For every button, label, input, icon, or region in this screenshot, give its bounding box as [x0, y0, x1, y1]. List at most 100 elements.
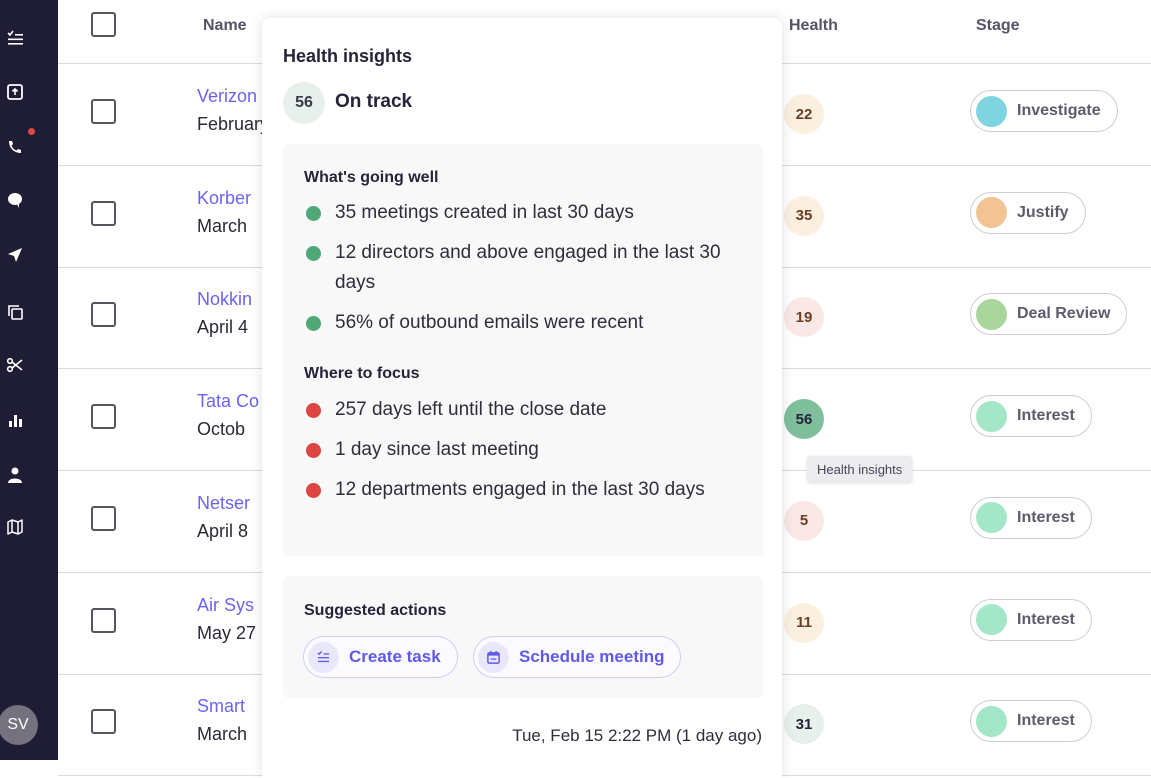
insight-item: 56% of outbound emails were recent	[304, 310, 744, 338]
popover-title: Health insights	[283, 46, 413, 66]
column-header-name[interactable]: Name	[203, 17, 247, 35]
stage-color-dot	[976, 298, 1007, 330]
task-list-icon	[308, 641, 339, 673]
status-dot-icon	[306, 246, 321, 261]
health-score-badge[interactable]: 22	[784, 94, 824, 134]
stage-pill[interactable]: Interest	[970, 496, 1092, 539]
send-icon[interactable]	[0, 240, 30, 270]
stage-color-dot	[976, 197, 1007, 229]
status-dot-icon	[306, 403, 321, 418]
stage-pill[interactable]: Justify	[970, 191, 1086, 234]
row-checkbox[interactable]	[91, 302, 116, 328]
inbox-upload-icon[interactable]	[0, 77, 30, 107]
stage-color-dot	[976, 502, 1007, 534]
person-icon[interactable]	[0, 460, 30, 490]
health-score-badge[interactable]: 5	[784, 500, 824, 541]
insight-text: 56% of outbound emails were recent	[335, 312, 644, 333]
bar-chart-icon[interactable]	[0, 405, 30, 435]
row-checkbox[interactable]	[91, 709, 116, 735]
avatar[interactable]: SV	[0, 705, 38, 745]
stage-pill[interactable]: Interest	[970, 700, 1092, 743]
insight-item: 257 days left until the close date	[304, 397, 744, 425]
stage-label: Investigate	[1017, 102, 1101, 119]
account-date: April 8	[197, 520, 249, 541]
stage-pill[interactable]: Interest	[970, 395, 1092, 438]
account-name-link[interactable]: Tata Co	[197, 391, 259, 412]
stage-label: Interest	[1017, 712, 1075, 730]
account-date: March	[197, 724, 248, 745]
stage-color-dot	[976, 705, 1007, 737]
insight-text: 12 directors and above engaged in the la…	[335, 242, 721, 293]
stage-pill[interactable]: Investigate	[970, 90, 1118, 132]
insight-item: 1 day since last meeting	[304, 437, 744, 465]
account-name-link[interactable]: Netser	[197, 493, 250, 514]
health-score-badge[interactable]: 11	[784, 602, 824, 643]
chat-bubble-icon[interactable]	[0, 185, 30, 215]
stage-pill[interactable]: Interest	[970, 598, 1092, 641]
copy-icon[interactable]	[0, 297, 30, 327]
account-date: April 4	[197, 317, 249, 338]
health-score-badge[interactable]: 35	[784, 195, 824, 236]
health-status: On track	[335, 91, 413, 112]
schedule-meeting-label: Schedule meeting	[519, 647, 665, 666]
status-dot-icon	[306, 483, 321, 498]
suggested-actions-title: Suggested actions	[304, 602, 447, 619]
stage-color-dot	[976, 400, 1007, 432]
notification-dot	[28, 128, 35, 135]
stage-label: Interest	[1017, 508, 1075, 526]
account-name-link[interactable]: Korber	[197, 188, 251, 209]
insight-text: 1 day since last meeting	[335, 439, 539, 460]
suggested-actions-panel: Suggested actions Create task Schedule m…	[283, 576, 763, 698]
row-checkbox[interactable]	[91, 404, 116, 430]
health-insights-popover: Health insights 56 On track What's going…	[262, 18, 782, 778]
account-date: Octob	[197, 419, 246, 440]
schedule-meeting-button[interactable]: Schedule meeting	[473, 636, 682, 678]
health-score-badge[interactable]: 31	[784, 704, 824, 745]
scissors-icon[interactable]	[0, 350, 30, 380]
sidebar: SV	[0, 0, 58, 760]
insight-text: 12 departments engaged in the last 30 da…	[335, 479, 705, 500]
create-task-button[interactable]: Create task	[303, 636, 458, 678]
going-well-title: What's going well	[304, 169, 439, 186]
insight-item: 12 departments engaged in the last 30 da…	[304, 477, 744, 505]
tasks-icon[interactable]	[0, 24, 30, 54]
stage-label: Deal Review	[1017, 305, 1111, 323]
stage-label: Justify	[1017, 203, 1069, 221]
insights-panel: What's going well 35 meetings created in…	[283, 144, 763, 556]
map-icon[interactable]	[0, 512, 30, 542]
insight-item: 35 meetings created in last 30 days	[304, 200, 744, 228]
status-dot-icon	[306, 443, 321, 458]
column-header-health[interactable]: Health	[789, 17, 838, 35]
select-all-checkbox[interactable]	[91, 12, 116, 37]
focus-title: Where to focus	[304, 365, 420, 382]
account-date: March	[197, 215, 248, 236]
stage-label: Interest	[1017, 610, 1075, 628]
stage-label: Interest	[1017, 407, 1075, 425]
status-dot-icon	[306, 316, 321, 331]
stage-pill[interactable]: Deal Review	[970, 293, 1128, 336]
row-checkbox[interactable]	[91, 200, 116, 226]
stage-color-dot	[976, 95, 1007, 127]
account-name-link[interactable]: Verizon	[197, 86, 257, 107]
account-date: May 27	[197, 622, 257, 643]
create-task-label: Create task	[349, 647, 441, 666]
row-checkbox[interactable]	[91, 99, 116, 124]
insight-text: 257 days left until the close date	[335, 399, 607, 420]
health-score-badge[interactable]: 19	[784, 297, 824, 338]
column-header-stage[interactable]: Stage	[976, 17, 1020, 35]
insight-text: 35 meetings created in last 30 days	[335, 202, 634, 223]
calendar-icon	[478, 641, 509, 673]
insights-timestamp: Tue, Feb 15 2:22 PM (1 day ago)	[512, 726, 762, 745]
health-insights-tooltip: Health insights	[807, 456, 913, 482]
account-name-link[interactable]: Nokkin	[197, 289, 252, 310]
health-score-badge[interactable]: 56	[784, 399, 824, 440]
row-checkbox[interactable]	[91, 505, 116, 531]
health-score-badge: 56	[283, 82, 325, 124]
status-dot-icon	[306, 206, 321, 221]
account-date: February	[197, 114, 270, 134]
row-checkbox[interactable]	[91, 607, 116, 633]
account-name-link[interactable]: Smart	[197, 696, 245, 717]
account-name-link[interactable]: Air Sys	[197, 595, 254, 616]
insight-item: 12 directors and above engaged in the la…	[304, 240, 744, 298]
phone-icon[interactable]	[0, 132, 30, 162]
